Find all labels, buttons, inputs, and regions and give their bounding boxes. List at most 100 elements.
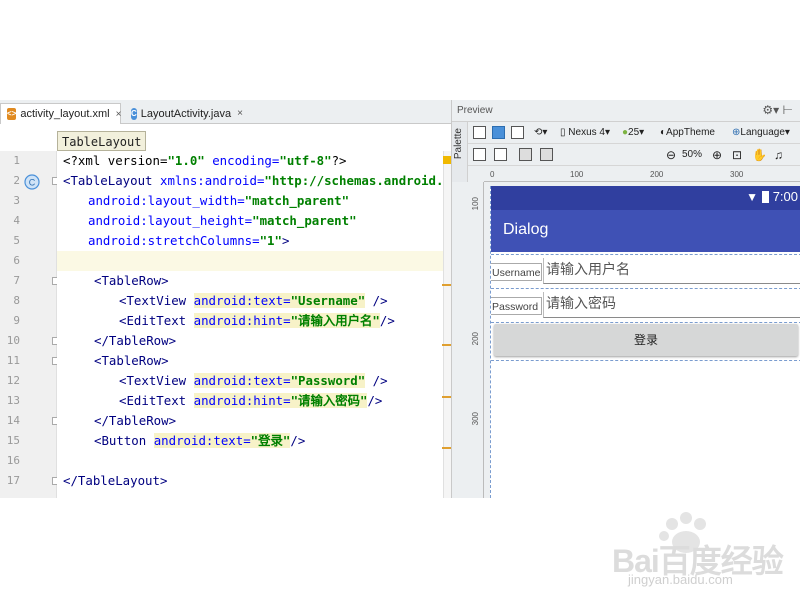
ruler-label: 100 [570,170,584,179]
line-number: 2 [13,174,20,187]
line-number: 9 [13,314,20,327]
svg-text:C: C [29,178,36,188]
tab-label: LayoutActivity.java [140,107,232,120]
zoom-out-icon[interactable]: ⊖ [666,148,676,162]
code-token: android:hint= [193,313,291,328]
username-label: Username [491,263,542,281]
code-line: <TextView android:text="Password" /> [119,371,451,391]
row-divider [491,360,800,361]
line-number: 13 [6,394,20,407]
device-selector[interactable]: ▯ Nexus 4▾ [560,126,610,140]
editor-error-stripe[interactable] [442,151,451,498]
battery-icon [762,191,769,203]
code-token: /> [290,433,306,448]
code-line: <?xml version="1.0" encoding="utf-8"?> [63,151,449,171]
code-token: "utf-8" [279,153,332,168]
line-number: 15 [6,434,20,447]
notification-icon[interactable]: ♫ [774,148,783,162]
close-icon[interactable]: × [116,109,122,120]
code-token: <Button [94,433,154,448]
xml-file-icon: <> [7,108,17,120]
line-number: 7 [13,274,20,287]
code-token: <?xml version= [63,153,168,168]
pan-hand-icon[interactable]: ✋ [752,148,767,162]
code-token: android:text= [153,433,251,448]
code-token: /> [365,293,388,308]
align-icon[interactable] [540,148,553,161]
wifi-icon: ▼ [746,190,758,204]
close-icon[interactable]: × [237,108,243,119]
code-line: android:layout_height="match_parent" [88,211,451,231]
breadcrumb[interactable]: TableLayout [57,131,147,151]
class-gutter-icon[interactable]: C [24,174,40,190]
code-token: "Username" [290,293,366,308]
api-selector[interactable]: ●25▾ [622,126,644,140]
ruler-label: 300 [730,170,744,179]
table-view-icon[interactable] [473,126,486,139]
code-line: <TableRow> [94,271,451,291]
palette-side-tab[interactable]: Palette [452,122,468,182]
columns-view-icon[interactable] [511,126,524,139]
code-token: android:stretchColumns= [88,233,260,248]
code-line: android:layout_width="match_parent" [88,191,451,211]
ruler-label: 200 [650,170,664,179]
rotate-device-icon[interactable]: ⟲▾ [534,126,547,140]
fit-screen-icon[interactable]: ⊡ [732,148,742,162]
code-token: android:text= [193,373,291,388]
line-number: 6 [13,254,20,267]
ruler-label: 300 [471,412,480,426]
phone-icon: ▯ [560,127,566,138]
preview-panel: Preview ⚙▾ ⊢ Palette ⟲▾ ▯ Nexus 4▾ ●25▾ … [451,100,800,498]
code-token: android:layout_height= [88,213,253,228]
device-screen[interactable]: ▼ 7:00 Dialog Username 请输入用户名 Password 请… [490,186,800,498]
code-area[interactable]: <?xml version="1.0" encoding="utf-8"?> <… [57,151,451,498]
theme-label: AppTheme [666,127,715,138]
username-edittext[interactable]: 请输入用户名 [543,258,800,284]
code-token: xmlns:android= [159,173,265,188]
code-token: /> [365,373,388,388]
line-number: 16 [6,454,20,467]
code-token: </TableRow> [94,413,177,428]
list-view-icon[interactable] [473,148,486,161]
preview-header: Preview ⚙▾ ⊢ [452,100,800,122]
theme-selector[interactable]: ◐AppTheme [660,126,715,140]
zoom-in-icon[interactable]: ⊕ [712,148,722,162]
tab-label: activity_layout.xml [20,108,110,120]
api-label: 25 [628,127,640,138]
error-stripe-mark[interactable] [442,447,451,449]
code-token: "Password" [290,373,366,388]
error-stripe-mark[interactable] [442,396,451,398]
code-line: <TableLayout xmlns:android="http://schem… [63,171,451,191]
code-token: "请输入密码" [290,393,368,408]
code-token: android:layout_width= [88,193,245,208]
grid-view-icon[interactable] [492,126,505,139]
language-selector[interactable]: ⊕Language▾ [732,126,790,140]
login-button[interactable]: 登录 [494,324,798,356]
code-token: /> [379,313,395,328]
ide-window: <> activity_layout.xml × C LayoutActivit… [0,0,800,600]
code-line: </TableRow> [94,331,451,351]
warning-indicator-icon[interactable] [443,156,451,164]
password-edittext[interactable]: 请输入密码 [543,292,800,318]
gear-icon[interactable]: ⚙▾ ⊢ [762,103,793,117]
watermark-url: jingyan.baidu.com [628,572,733,587]
code-token: <TableRow> [94,273,169,288]
code-line: <TextView android:text="Username" /> [119,291,451,311]
download-icon[interactable] [494,148,507,161]
code-token: <TextView [119,373,194,388]
code-token: android:text= [193,293,291,308]
error-stripe-mark[interactable] [442,284,451,286]
code-token: ?> [331,153,347,168]
row-divider [491,322,800,323]
tab-activity-layout-xml[interactable]: <> activity_layout.xml × [0,103,121,124]
code-token: <TableRow> [94,353,169,368]
line-number: 8 [13,294,20,307]
error-stripe-mark[interactable] [442,344,451,346]
code-line: <Button android:text="登录"/> [94,431,451,451]
code-token: </TableRow> [94,333,177,348]
code-line: <TableRow> [94,351,451,371]
tab-layout-activity-java[interactable]: C LayoutActivity.java × [125,103,247,124]
java-class-icon: C [131,107,137,120]
code-token: "1" [259,233,282,248]
align-icon[interactable] [519,148,532,161]
